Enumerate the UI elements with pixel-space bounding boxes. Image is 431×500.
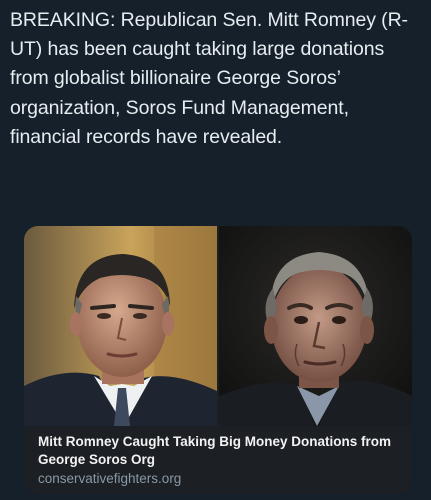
link-preview-title[interactable]: Mitt Romney Caught Taking Big Money Dona… — [38, 433, 404, 469]
link-preview-image — [24, 226, 412, 426]
photo-right — [219, 226, 412, 426]
link-preview-card[interactable]: Mitt Romney Caught Taking Big Money Dona… — [24, 226, 412, 494]
link-preview-domain[interactable]: conservativefighters.org — [38, 470, 404, 488]
link-preview-meta: Mitt Romney Caught Taking Big Money Dona… — [38, 433, 404, 488]
photo-left — [24, 226, 217, 426]
post-text: BREAKING: Republican Sen. Mitt Romney (R… — [10, 9, 408, 148]
